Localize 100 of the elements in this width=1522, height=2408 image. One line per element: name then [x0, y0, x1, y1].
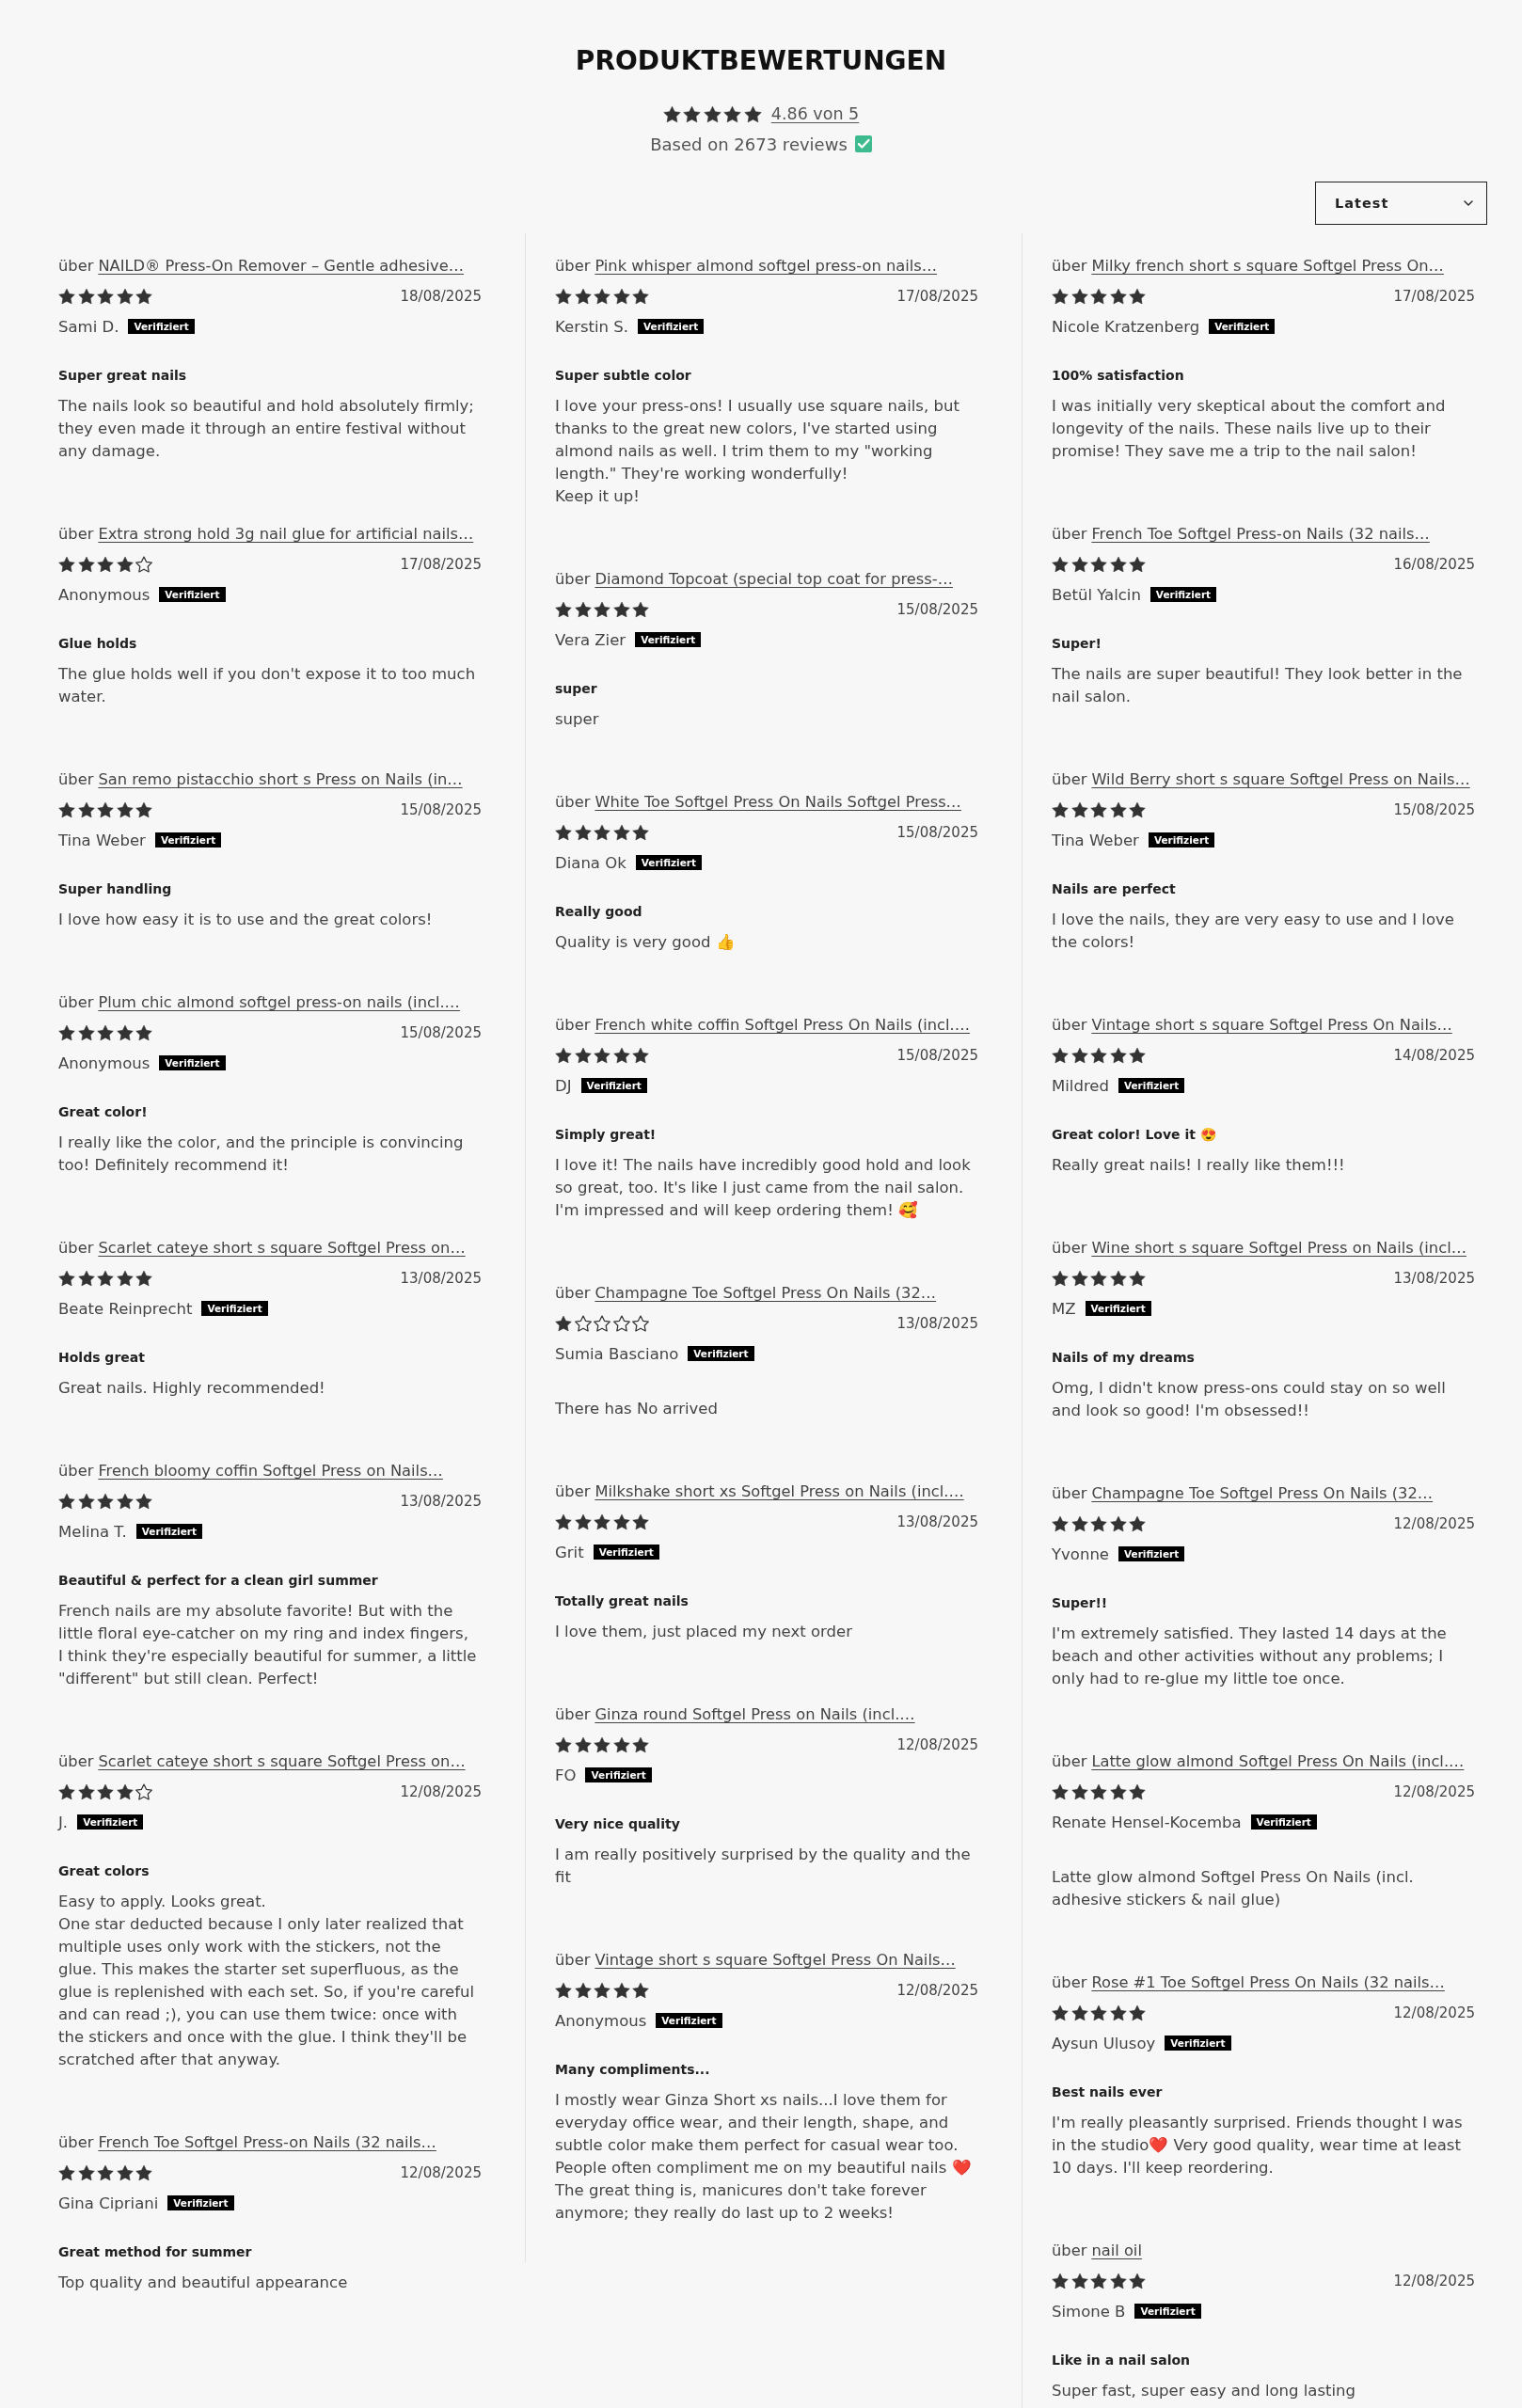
star-icon — [632, 1736, 649, 1753]
star-icon — [612, 288, 630, 305]
star-icon — [135, 288, 152, 305]
review-text: I mostly wear Ginza Short xs nails...I love them for everyday office wear, and their length, shape, and subtle color make them perfect for casual wear too. People often compliment me on my beautiful nails ❤ The great thing is, manicures don't take forever anymore; they really do last up to 2 weeks! — [555, 2090, 973, 2224]
review-date: 15/08/2025 — [896, 824, 978, 841]
star-icon — [1109, 2273, 1127, 2289]
product-link[interactable]: NAILD® Press-On Remover – Gentle adhesive… — [98, 257, 464, 275]
rating-link[interactable]: 4.86 von 5 — [770, 104, 860, 123]
star-icon — [1129, 1783, 1146, 1800]
product-link[interactable]: French bloomy coffin Softgel Press on Nails… — [98, 1462, 443, 1480]
star-icon — [612, 601, 630, 618]
verified-badge: Verifiziert — [688, 1346, 754, 1361]
product-link[interactable]: French Toe Softgel Press-on Nails (32 nails… — [1091, 525, 1430, 543]
star-icon — [1090, 801, 1107, 818]
review-date: 12/08/2025 — [1393, 1515, 1475, 1532]
review-title: Best nails ever — [1052, 2083, 1164, 2101]
review-date: 12/08/2025 — [400, 1783, 482, 1800]
review-title: Super subtle color — [555, 367, 692, 385]
sort-dropdown[interactable]: Latest — [1315, 182, 1487, 225]
about-label: über — [1052, 525, 1087, 543]
product-link[interactable]: Extra strong hold 3g nail glue for artificial nails… — [98, 525, 474, 543]
reviewer-name: Nicole Kratzenberg — [1052, 317, 1200, 336]
star-icon — [1052, 801, 1069, 818]
verified-badge: Verifiziert — [159, 1055, 226, 1070]
verified-badge: Verifiziert — [128, 319, 195, 334]
review-text: I love your press-ons! I usually use square nails, but thanks to the great new colors, I've started using almond nails as well. I trim them to my "working length." They're working wonderfully! Keep it up! — [555, 396, 960, 507]
product-link[interactable]: Latte glow almond Softgel Press On Nails (incl.… — [1091, 1752, 1465, 1770]
review-title: super — [555, 680, 598, 698]
product-link[interactable]: Diamond Topcoat (special top coat for press-… — [595, 570, 953, 588]
star-icon — [594, 1047, 610, 1064]
review-title: Great color! Love it 😍 — [1052, 1126, 1217, 1144]
star-icon — [116, 288, 134, 305]
about-label: über — [1052, 1752, 1087, 1770]
review-text: I love it! The nails have incredibly good hold and look so great, too. It's like I just came from the nail salon. I'm impressed and will keep ordering them! 🥰 — [555, 1155, 972, 1221]
star-icon — [632, 1513, 649, 1530]
star-icon — [97, 1270, 114, 1287]
star-icon — [612, 1047, 630, 1064]
review-title: Super handling — [58, 880, 173, 898]
product-link[interactable]: Plum chic almond softgel press-on nails (incl.… — [98, 993, 460, 1011]
chevron-down-icon — [1464, 200, 1473, 206]
review-text: I was initially very skeptical about the comfort and longevity of the nails. These nails live up to their promise! They save me a trip to the nail salon! — [1052, 396, 1447, 462]
about-label: über — [58, 1239, 94, 1257]
product-link[interactable]: French Toe Softgel Press-on Nails (32 nails… — [98, 2133, 436, 2151]
star-icon — [1129, 1047, 1146, 1064]
product-link[interactable]: Vintage short s square Softgel Press On Nails… — [595, 1951, 956, 1969]
about-label: über — [555, 1016, 591, 1034]
verified-badge: Verifiziert — [1165, 2036, 1231, 2051]
star-icon — [632, 824, 649, 841]
verified-badge: Verifiziert — [1149, 587, 1217, 602]
product-link[interactable]: White Toe Softgel Press On Nails Softgel Press… — [595, 793, 961, 811]
star-icon — [1052, 2273, 1069, 2289]
reviewer-name: Aysun Ulusoy — [1052, 2034, 1156, 2052]
star-icon — [116, 1024, 134, 1041]
product-link[interactable]: Milky french short s square Softgel Press On… — [1091, 257, 1444, 275]
review-title: Great method for summer — [58, 2243, 253, 2261]
verified-badge: Verifiziert — [635, 632, 702, 647]
review-text: French nails are my absolute favorite! But with the little floral eye-catcher on my ring and index fingers, I think they're especially beautiful for summer, a little "different" but still clean. Perfect! — [58, 1601, 477, 1689]
product-link[interactable]: Wild Berry short s square Softgel Press on Nails… — [1091, 770, 1470, 788]
star-icon — [1109, 801, 1127, 818]
reviewer-name: Betül Yalcin — [1052, 585, 1141, 604]
product-link[interactable]: Scarlet cateye short s square Softgel Press on… — [98, 1752, 466, 1770]
star-icon — [1070, 2004, 1088, 2021]
review-title: Nails are perfect — [1052, 880, 1177, 898]
product-link[interactable]: Ginza round Softgel Press on Nails (incl.… — [595, 1705, 915, 1723]
product-link[interactable]: Champagne Toe Softgel Press On Nails (32… — [595, 1284, 937, 1302]
product-link[interactable]: San remo pistacchio short s Press on Nails (in… — [98, 770, 463, 788]
star-icon — [555, 601, 572, 618]
star-icon — [555, 288, 572, 305]
product-link[interactable]: Pink whisper almond softgel press-on nails… — [595, 257, 937, 275]
product-link[interactable]: Rose #1 Toe Softgel Press On Nails (32 nails… — [1091, 1973, 1445, 1991]
reviewer-name: Grit — [555, 1543, 584, 1561]
product-link[interactable]: Milkshake short xs Softgel Press on Nails (incl.… — [595, 1482, 964, 1500]
star-icon — [574, 1982, 592, 1999]
star-icon — [1129, 1270, 1146, 1287]
about-label: über — [1052, 257, 1087, 275]
product-link[interactable]: nail oil — [1091, 2242, 1142, 2259]
star-icon — [1090, 2004, 1107, 2021]
section-heading: PRODUKTBEWERTUNGEN — [575, 45, 947, 77]
product-link[interactable]: Champagne Toe Softgel Press On Nails (32… — [1091, 1484, 1434, 1502]
star-icon — [97, 556, 114, 573]
star-icon — [1109, 1783, 1127, 1800]
review-text: There has No arrived — [555, 1399, 719, 1419]
star-icon — [77, 1024, 95, 1041]
verified-badge: Verifiziert — [580, 1078, 647, 1093]
about-label: über — [555, 1284, 591, 1302]
about-label: über — [555, 1482, 591, 1500]
product-link[interactable]: Wine short s square Softgel Press on Nails (incl… — [1091, 1239, 1467, 1257]
review-text: The nails look so beautiful and hold absolutely firmly; they even made it through an entire festival without any damage. — [58, 396, 475, 462]
star-icon — [58, 1270, 75, 1287]
review-text: I love them, just placed my next order — [555, 1622, 853, 1642]
star-icon — [77, 556, 95, 573]
product-link[interactable]: Vintage short s square Softgel Press On Nails… — [1091, 1016, 1452, 1034]
star-icon — [574, 1513, 592, 1530]
review-title: Super great nails — [58, 367, 188, 385]
star-outline-icon — [135, 556, 152, 573]
product-link[interactable]: French white coffin Softgel Press On Nails (incl.… — [595, 1016, 971, 1034]
review-text: Really great nails! I really like them!!! — [1052, 1155, 1346, 1176]
product-link[interactable]: Scarlet cateye short s square Softgel Press on… — [98, 1239, 466, 1257]
star-icon — [58, 801, 75, 818]
verified-badge: Verifiziert — [201, 1301, 268, 1316]
